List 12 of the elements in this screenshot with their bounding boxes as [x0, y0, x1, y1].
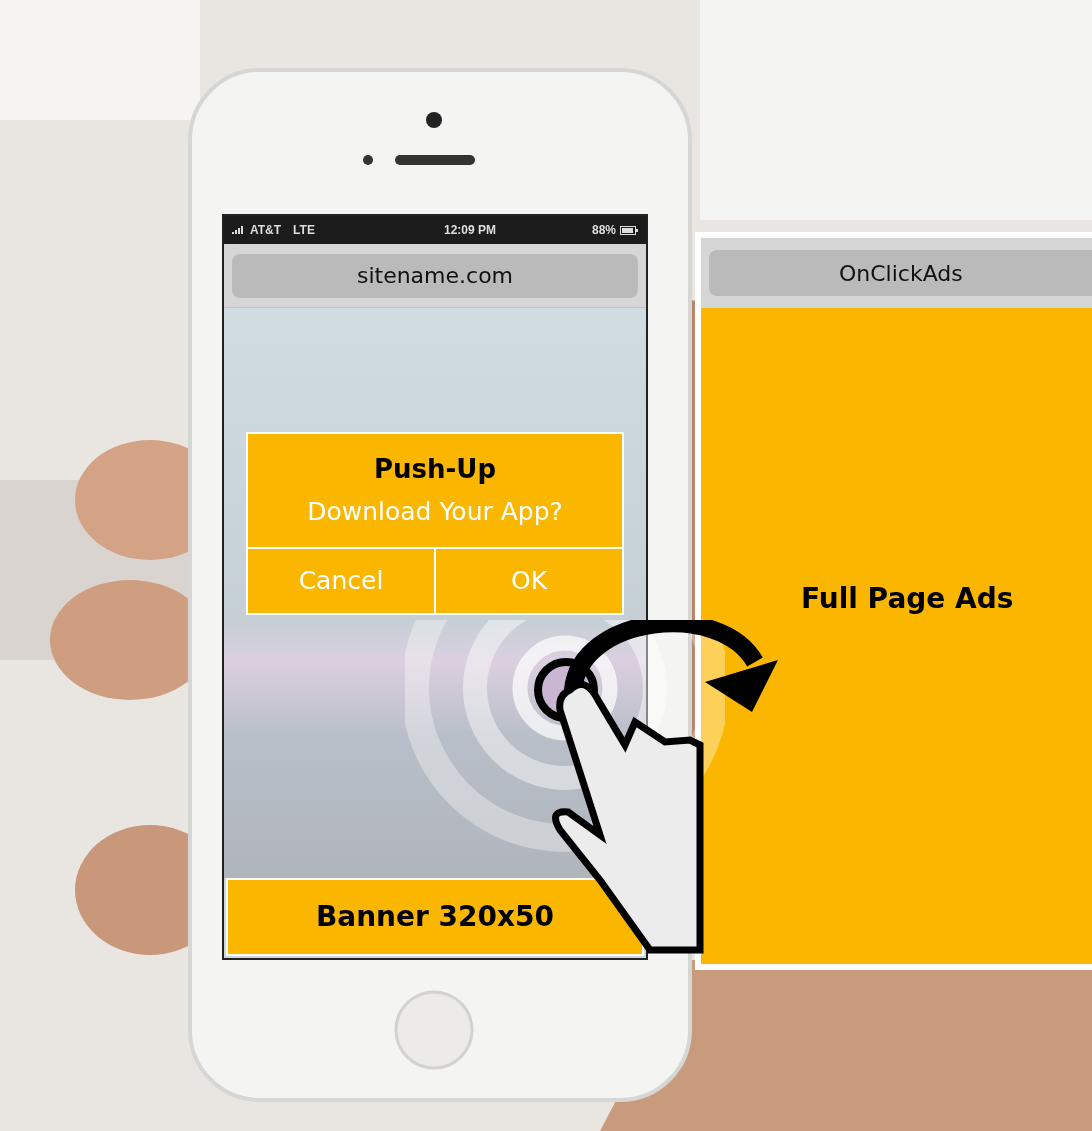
ad-label: Full Page Ads — [801, 581, 1015, 617]
battery-icon — [620, 225, 638, 235]
signal-icon — [232, 226, 246, 234]
battery-percent: 88% — [591, 222, 616, 239]
network-label: LTE — [293, 222, 315, 239]
dialog-message: Download Your App? — [307, 496, 563, 529]
carrier-label: AT&T — [250, 222, 282, 239]
url-field[interactable]: sitename.com — [232, 253, 638, 298]
ad-url-field: OnClickAds — [709, 250, 1092, 296]
status-time: 12:09 PM — [442, 222, 497, 239]
banner-label: Banner 320x50 — [315, 899, 555, 935]
dialog-title: Push-Up — [373, 453, 497, 487]
